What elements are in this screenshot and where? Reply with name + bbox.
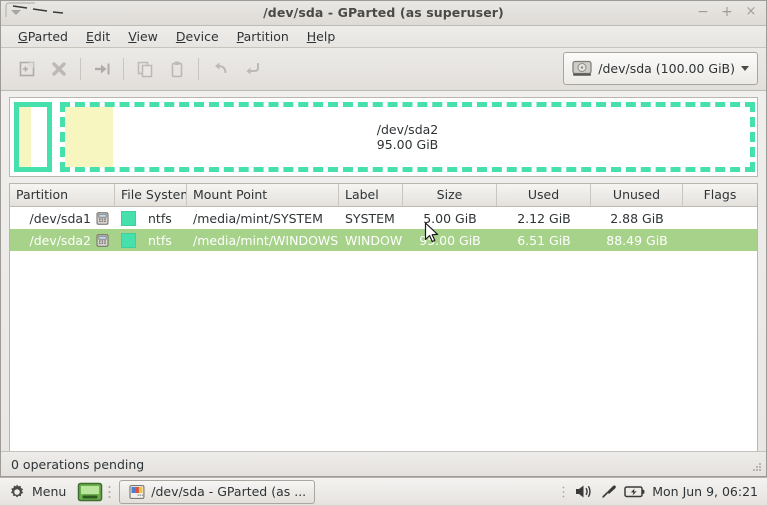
- filesystem-name: ntfs: [148, 210, 172, 226]
- delete-icon: [52, 62, 66, 76]
- disk-graphic-partition-name: /dev/sda2: [376, 122, 439, 137]
- cell-size: 5.00 GiB: [423, 210, 477, 226]
- column-header-partition[interactable]: Partition: [10, 184, 115, 206]
- cell-label: SYSTEM: [345, 210, 395, 226]
- gear-icon: [10, 483, 24, 497]
- desktop: /dev/sda - GParted (as superuser) − + × …: [0, 0, 767, 505]
- column-header-unused[interactable]: Unused: [591, 184, 683, 206]
- mounted-partition-icon: [96, 233, 109, 247]
- show-desktop-icon[interactable]: [77, 482, 103, 502]
- disk-graphic-partition-1[interactable]: [14, 102, 52, 172]
- column-header-mount-point[interactable]: Mount Point: [187, 184, 339, 206]
- maximize-button[interactable]: +: [720, 4, 734, 20]
- table-row[interactable]: /dev/sda2 ntfs/media/mint/WINDOWS WINDOWS 9…: [10, 229, 757, 251]
- chevron-down-icon: [741, 66, 749, 71]
- disk-graphic-caption: /dev/sda2 95.00 GiB: [65, 122, 750, 152]
- tray-handle[interactable]: [560, 484, 567, 500]
- menu-help[interactable]: Help: [298, 27, 345, 46]
- title-bar[interactable]: /dev/sda - GParted (as superuser) − + ×: [1, 1, 766, 26]
- partition-name: /dev/sda1: [29, 210, 91, 226]
- toolbar: /dev/sda (100.00 GiB): [1, 48, 766, 91]
- column-header-flags[interactable]: Flags: [683, 184, 757, 206]
- resize-grip[interactable]: [749, 459, 763, 473]
- cell-filesystem: ntfs: [115, 232, 187, 248]
- start-menu-label: Menu: [32, 484, 67, 499]
- taskbar-handle[interactable]: [106, 483, 113, 501]
- toolbar-separator-1: [80, 58, 81, 80]
- menu-edit[interactable]: Edit: [77, 27, 119, 46]
- device-selector[interactable]: /dev/sda (100.00 GiB): [563, 52, 758, 85]
- undo-icon: [215, 62, 227, 74]
- new-partition-icon: [19, 61, 35, 77]
- menu-device[interactable]: Device: [167, 27, 228, 46]
- filesystem-color-swatch: [121, 210, 136, 226]
- start-menu-button[interactable]: Menu: [0, 478, 75, 506]
- table-row[interactable]: /dev/sda1 ntfs/media/mint/SYSTEM SYSTEM 5.0…: [10, 207, 757, 229]
- column-header-size[interactable]: Size: [403, 184, 497, 206]
- copy-icon: [137, 61, 153, 78]
- partition-name: /dev/sda2: [29, 232, 91, 248]
- gparted-window: /dev/sda - GParted (as superuser) − + × …: [0, 0, 767, 477]
- filesystem-color-swatch: [121, 232, 136, 248]
- status-text: 0 operations pending: [11, 456, 145, 472]
- new-partition-button[interactable]: [11, 54, 43, 84]
- window-controls: − + ×: [696, 4, 758, 20]
- cell-partition: /dev/sda1: [10, 211, 115, 226]
- volume-icon[interactable]: [574, 483, 593, 500]
- gparted-app-icon: [129, 484, 145, 499]
- status-bar: 0 operations pending: [1, 451, 766, 476]
- menu-bar: GParted Edit View Device Partition Help: [1, 26, 766, 48]
- toolbar-separator-2: [123, 58, 124, 80]
- apply-button[interactable]: [236, 54, 268, 84]
- cell-unused: 88.49 GiB: [606, 232, 668, 248]
- window-title: /dev/sda - GParted (as superuser): [263, 5, 504, 20]
- table-body: /dev/sda1 ntfs/media/mint/SYSTEM SYSTEM 5.0…: [10, 207, 757, 251]
- cell-filesystem: ntfs: [115, 210, 187, 226]
- device-selector-label: /dev/sda (100.00 GiB): [598, 61, 735, 76]
- apply-icon: [246, 63, 259, 75]
- disk-graphic-area: /dev/sda2 95.00 GiB: [9, 97, 758, 177]
- paste-icon: [171, 61, 183, 78]
- column-header-file-system[interactable]: File System: [115, 184, 187, 206]
- cell-mount-point: /media/mint/SYSTEM: [193, 210, 323, 226]
- toolbar-separator-3: [198, 58, 199, 80]
- column-header-label[interactable]: Label: [339, 184, 403, 206]
- microphone-icon[interactable]: [600, 483, 617, 500]
- delete-partition-button[interactable]: [43, 54, 75, 84]
- resize-move-icon: [95, 63, 110, 75]
- cell-used: 2.12 GiB: [517, 210, 571, 226]
- paste-button[interactable]: [161, 54, 193, 84]
- cell-used: 6.51 GiB: [517, 232, 571, 248]
- filesystem-name: ntfs: [148, 232, 172, 248]
- disk-graphic-partition-size: 95.00 GiB: [376, 137, 439, 152]
- menu-view[interactable]: View: [119, 27, 167, 46]
- cell-size: 95.00 GiB: [419, 232, 481, 248]
- clock: Mon Jun 9, 06:21: [652, 484, 758, 499]
- battery-icon[interactable]: [624, 484, 645, 499]
- harddisk-icon: [572, 60, 592, 76]
- table-header-row: Partition File System Mount Point Label Size…: [10, 184, 757, 207]
- menu-gparted[interactable]: GParted: [9, 27, 77, 46]
- minimize-button[interactable]: −: [696, 4, 710, 20]
- system-tray: Mon Jun 9, 06:21: [560, 483, 767, 500]
- taskbar-window-button[interactable]: /dev/sda - GParted (as ...: [119, 479, 316, 504]
- partition-table: Partition File System Mount Point Label Size…: [9, 183, 758, 468]
- undo-button[interactable]: [204, 54, 236, 84]
- close-button[interactable]: ×: [744, 4, 758, 20]
- mounted-partition-icon: [96, 211, 109, 225]
- cell-label: WINDOWS: [345, 232, 403, 248]
- taskbar: Menu /dev/sda - GParted (as ... Mon Jun …: [0, 477, 767, 505]
- menu-partition[interactable]: Partition: [228, 27, 298, 46]
- copy-button[interactable]: [129, 54, 161, 84]
- cell-partition: /dev/sda2: [10, 233, 115, 248]
- column-header-used[interactable]: Used: [497, 184, 591, 206]
- resize-move-button[interactable]: [86, 54, 118, 84]
- taskbar-window-label: /dev/sda - GParted (as ...: [151, 484, 306, 499]
- cell-unused: 2.88 GiB: [610, 210, 664, 226]
- used-space-fill: [19, 107, 31, 167]
- cell-mount-point: /media/mint/WINDOWS: [193, 232, 339, 248]
- disk-graphic-partition-2[interactable]: /dev/sda2 95.00 GiB: [60, 102, 755, 172]
